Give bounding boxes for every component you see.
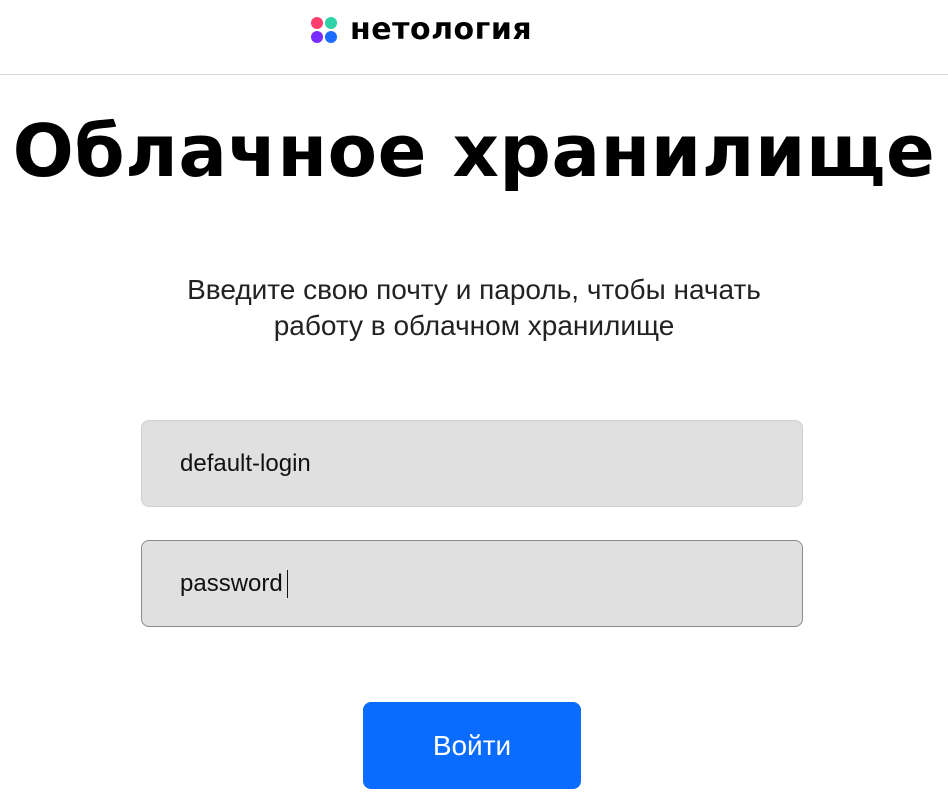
logo[interactable]: нетология: [311, 14, 532, 46]
page-subtitle: Введите свою почту и пароль, чтобы начат…: [0, 272, 948, 344]
subtitle-line-1: Введите свою почту и пароль, чтобы начат…: [187, 274, 761, 305]
subtitle-line-2: работу в облачном хранилище: [273, 310, 675, 341]
login-input[interactable]: [141, 420, 803, 507]
login-button[interactable]: Войти: [363, 702, 581, 789]
netology-logo-icon: [311, 16, 338, 44]
logo-text: нетология: [350, 12, 533, 47]
password-input[interactable]: [141, 540, 803, 627]
page-title: Облачное хранилище: [12, 109, 936, 193]
text-cursor: [287, 570, 288, 598]
site-header: нетология: [0, 0, 948, 75]
